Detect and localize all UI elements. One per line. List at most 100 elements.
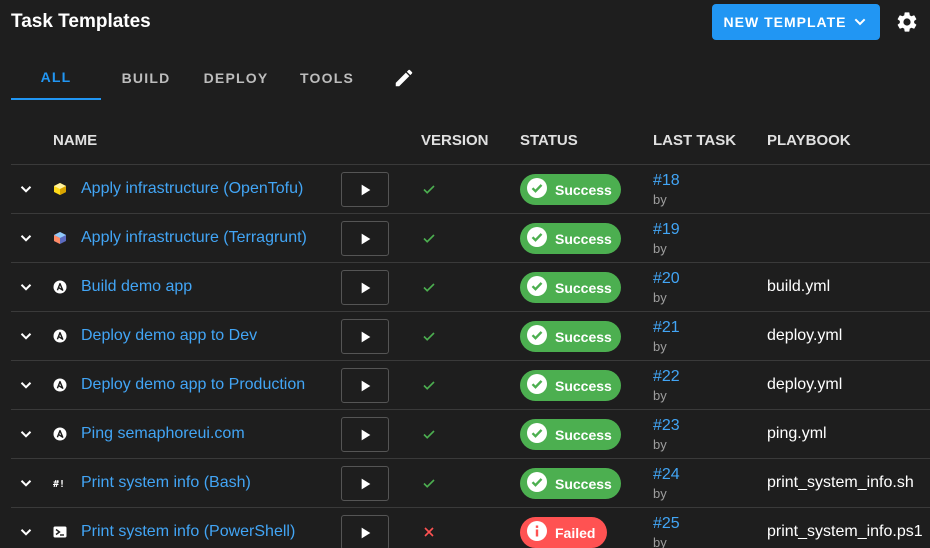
status-badge: Failed [520, 517, 607, 548]
last-task-by: by [653, 486, 667, 501]
play-icon [361, 282, 371, 293]
status-label: Success [555, 377, 612, 394]
status-label: Success [555, 181, 612, 198]
run-template-button[interactable] [341, 221, 389, 256]
bash-icon: #! [53, 476, 67, 490]
table-row: #! Print system info (Bash) Success #24 … [11, 459, 930, 508]
last-task-by: by [653, 192, 667, 207]
expand-chevron-icon[interactable] [17, 425, 35, 443]
edit-tabs-button[interactable] [373, 56, 435, 100]
powershell-icon [53, 525, 67, 539]
column-header-last-task[interactable]: LAST TASK [653, 132, 736, 149]
run-template-button[interactable] [341, 515, 389, 548]
check-circle-icon [527, 178, 547, 201]
version-check-icon [422, 231, 436, 245]
expand-chevron-icon[interactable] [17, 327, 35, 345]
opentofu-icon [53, 182, 67, 196]
version-check-icon [422, 378, 436, 392]
expand-chevron-icon[interactable] [17, 229, 35, 247]
tab-build[interactable]: BUILD [101, 56, 191, 100]
check-circle-icon [527, 472, 547, 495]
template-name-link[interactable]: Apply infrastructure (OpenTofu) [81, 180, 303, 198]
run-template-button[interactable] [341, 417, 389, 452]
last-task-link[interactable]: #22 [653, 368, 680, 386]
expand-chevron-icon[interactable] [17, 474, 35, 492]
gear-icon[interactable] [895, 10, 919, 34]
templates-table: NAME VERSION STATUS LAST TASK PLAYBOOK A… [11, 117, 930, 548]
template-name-link[interactable]: Ping semaphoreui.com [81, 425, 245, 443]
terragrunt-icon [53, 231, 67, 245]
status-label: Success [555, 426, 612, 443]
status-badge: Success [520, 370, 621, 401]
column-header-playbook[interactable]: PLAYBOOK [767, 132, 851, 149]
run-template-button[interactable] [341, 319, 389, 354]
tab-tools[interactable]: TOOLS [281, 56, 373, 100]
column-header-version[interactable]: VERSION [421, 132, 489, 149]
ansible-icon [53, 427, 67, 441]
status-label: Success [555, 475, 612, 492]
last-task-by: by [653, 535, 667, 548]
version-check-icon [422, 329, 436, 343]
last-task-link[interactable]: #25 [653, 515, 680, 533]
run-template-button[interactable] [341, 172, 389, 207]
table-row: Build demo app Success #20 by build.yml [11, 263, 930, 312]
alert-circle-icon [527, 521, 547, 544]
expand-chevron-icon[interactable] [17, 180, 35, 198]
table-row: Apply infrastructure (Terragrunt) Succes… [11, 214, 930, 263]
playbook-file: build.yml [767, 278, 831, 295]
version-check-icon [422, 280, 436, 294]
table-row: Deploy demo app to Production Success #2… [11, 361, 930, 410]
status-label: Success [555, 230, 612, 247]
last-task-link[interactable]: #18 [653, 172, 680, 190]
new-template-button[interactable]: NEW TEMPLATE [712, 4, 880, 40]
play-icon [361, 527, 371, 538]
column-header-name[interactable]: NAME [53, 132, 97, 149]
ansible-icon [53, 378, 67, 392]
playbook-file: deploy.yml [767, 376, 843, 393]
svg-text:#!: #! [53, 479, 65, 490]
ansible-icon [53, 280, 67, 294]
tab-deploy[interactable]: DEPLOY [191, 56, 281, 100]
expand-chevron-icon[interactable] [17, 376, 35, 394]
chevron-down-icon [855, 18, 866, 26]
status-label: Success [555, 279, 612, 296]
last-task-link[interactable]: #19 [653, 221, 680, 239]
column-header-status[interactable]: STATUS [520, 132, 578, 149]
run-template-button[interactable] [341, 368, 389, 403]
template-name-link[interactable]: Deploy demo app to Dev [81, 327, 257, 345]
template-name-link[interactable]: Print system info (PowerShell) [81, 523, 295, 541]
playbook-file: deploy.yml [767, 327, 843, 344]
version-check-icon [422, 182, 436, 196]
status-badge: Success [520, 321, 621, 352]
last-task-link[interactable]: #21 [653, 319, 680, 337]
table-header: NAME VERSION STATUS LAST TASK PLAYBOOK [11, 117, 930, 165]
run-template-button[interactable] [341, 270, 389, 305]
page-title: Task Templates [11, 11, 151, 32]
expand-chevron-icon[interactable] [17, 523, 35, 541]
table-row: Print system info (PowerShell) Failed #2… [11, 508, 930, 548]
last-task-link[interactable]: #24 [653, 466, 680, 484]
template-name-link[interactable]: Print system info (Bash) [81, 474, 251, 492]
last-task-link[interactable]: #20 [653, 270, 680, 288]
status-label: Success [555, 328, 612, 345]
check-circle-icon [527, 423, 547, 446]
last-task-link[interactable]: #23 [653, 417, 680, 435]
ansible-icon [53, 329, 67, 343]
run-template-button[interactable] [341, 466, 389, 501]
template-name-link[interactable]: Apply infrastructure (Terragrunt) [81, 229, 307, 247]
version-check-icon [422, 427, 436, 441]
last-task-by: by [653, 388, 667, 403]
template-name-link[interactable]: Deploy demo app to Production [81, 376, 305, 394]
template-name-link[interactable]: Build demo app [81, 278, 192, 296]
last-task-by: by [653, 241, 667, 256]
playbook-file: print_system_info.ps1 [767, 523, 923, 540]
tab-bar: ALL BUILD DEPLOY TOOLS [11, 56, 435, 102]
play-icon [361, 233, 371, 244]
play-icon [361, 184, 371, 195]
table-row: Ping semaphoreui.com Success #23 by ping… [11, 410, 930, 459]
expand-chevron-icon[interactable] [17, 278, 35, 296]
check-circle-icon [527, 374, 547, 397]
table-row: Apply infrastructure (OpenTofu) Success … [11, 165, 930, 214]
tab-all[interactable]: ALL [11, 56, 101, 100]
version-check-icon [422, 476, 436, 490]
